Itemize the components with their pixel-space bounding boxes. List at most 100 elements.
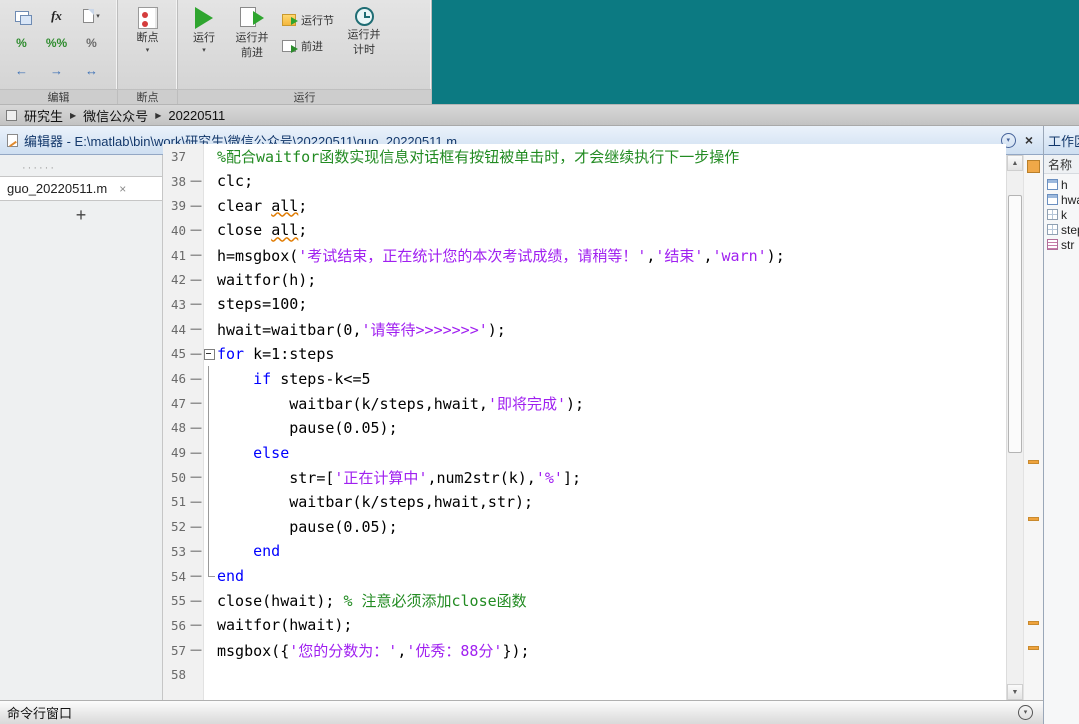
editor-icon [7,133,18,147]
smart-indent-button[interactable]: ↔ [76,58,107,82]
workspace-variable[interactable]: str [1044,237,1079,252]
code-text[interactable]: hwait=waitbar(0,'请等待>>>>>>>'); [217,319,506,340]
code-text[interactable]: clear all; [217,197,307,215]
uncomment-button[interactable]: % [76,31,107,55]
breakpoint-margin[interactable]: — [189,373,203,385]
run-and-time-button[interactable]: 运行并 计时 [340,0,388,89]
breadcrumb-item[interactable]: 20220511 [168,108,225,123]
code-fold-marker [203,514,217,539]
breakpoint-margin[interactable]: — [189,175,203,187]
breakpoints-button[interactable]: 断点 ▾ [124,0,172,89]
code-text[interactable]: h=msgbox('考试结束，正在统计您的本次考试成绩，请稍等！','结束','… [217,245,785,266]
breakpoint-margin[interactable]: — [189,521,203,533]
folder-icon [6,109,17,121]
editor-close-button[interactable]: × [1022,133,1036,147]
comment-block-button[interactable]: %% [41,31,72,55]
code-text[interactable]: if steps-k<=5 [217,370,370,388]
indent-left-button[interactable]: ← [6,58,37,82]
breakpoint-margin[interactable]: — [189,348,203,360]
compare-button[interactable] [6,4,37,28]
advance-button[interactable]: 前进 [282,38,334,54]
fold-column [203,292,217,317]
new-document-button[interactable]: + [76,206,87,224]
code-text[interactable]: end [217,567,244,585]
indent-right-button[interactable]: → [41,58,72,82]
scrollbar-thumb[interactable] [1008,195,1022,453]
workspace-variable[interactable]: hwait [1044,192,1079,207]
breakpoint-margin[interactable]: — [189,323,203,335]
breadcrumb-items: 研究生 ▶ 微信公众号 ▶ 20220511 [24,106,225,125]
code-fold-marker [203,366,217,391]
breakpoint-margin[interactable]: — [189,249,203,261]
warning-tick[interactable] [1028,517,1039,522]
workspace-variable[interactable]: steps [1044,222,1079,237]
comment-button[interactable]: % [6,31,37,55]
breakpoint-margin[interactable]: — [189,298,203,310]
code-text[interactable]: for k=1:steps [217,345,334,363]
breakpoint-margin[interactable]: — [189,200,203,212]
breakpoint-margin[interactable]: — [189,224,203,236]
code-text[interactable]: waitfor(hwait); [217,616,352,634]
breakpoint-margin[interactable]: — [189,422,203,434]
tab-close-icon[interactable]: × [119,183,126,195]
breakpoint-margin[interactable]: — [189,644,203,656]
code-text[interactable]: else [217,444,289,462]
code-text[interactable]: waitbar(k/steps,hwait,'即将完成'); [217,393,584,414]
warning-tick[interactable] [1028,620,1039,625]
breakpoint-margin[interactable]: — [189,595,203,607]
code-fold-marker [203,390,217,416]
scroll-up-button[interactable]: ▲ [1007,155,1023,171]
code-text[interactable]: msgbox({'您的分数为：','优秀：88分'}); [217,640,530,661]
code-text[interactable]: close all; [217,221,307,239]
line-number: 41 [170,247,186,263]
workspace-variable[interactable]: k [1044,207,1079,222]
insert-function-button[interactable]: fx [41,4,72,28]
workspace-variable[interactable]: h [1044,177,1079,192]
editor-scrollbar[interactable]: ▲ ▼ [1006,155,1023,700]
command-window-menu-button[interactable]: ▾ [1018,705,1033,720]
run-and-advance-button[interactable]: 运行并 前进 [228,0,276,89]
line-number: 40 [170,222,186,238]
breakpoint-margin[interactable]: — [189,471,203,483]
code-text[interactable]: pause(0.05); [217,419,397,437]
breakpoint-margin[interactable]: — [189,545,203,557]
line-number: 48 [170,420,186,436]
variable-name: steps [1061,222,1079,237]
run-section-button[interactable]: 运行节 [282,12,334,28]
breakpoint-margin[interactable]: — [189,397,203,409]
file-tab[interactable]: guo_20220511.m × [0,176,162,201]
breakpoint-margin[interactable]: — [189,570,203,582]
code-analyzer-strip [1023,155,1043,700]
code-text[interactable]: pause(0.05); [217,518,397,536]
breakpoint-margin[interactable]: — [189,619,203,631]
code-text[interactable]: clc; [217,172,253,190]
code-analyzer-indicator[interactable] [1027,160,1040,173]
code-text[interactable]: waitfor(h); [217,271,316,289]
chevron-down-icon: ▾ [1006,136,1011,144]
code-text[interactable]: close(hwait); % 注意必须添加close函数 [217,590,527,611]
code-text[interactable]: str=['正在计算中',num2str(k),'%']; [217,467,581,488]
comment-block-icon: %% [45,36,68,50]
code-line: 54— end [163,563,1006,589]
workspace-name-header[interactable]: 名称 [1044,155,1079,174]
document-bar-handle: ······ [22,162,56,174]
breadcrumb-item[interactable]: 微信公众号 [83,106,148,125]
breakpoint-margin[interactable]: — [189,447,203,459]
breakpoint-margin[interactable]: — [189,274,203,286]
scroll-down-button[interactable]: ▼ [1007,684,1023,700]
breakpoint-margin[interactable]: — [189,496,203,508]
code-lines[interactable]: 37 %配合waitfor函数实现信息对话框有按钮被单击时，才会继续执行下一步操作… [163,144,1006,700]
code-text[interactable]: waitbar(k/steps,hwait,str); [217,493,533,511]
command-window-bar[interactable]: 命令行窗口 ▾ [0,700,1043,724]
code-text[interactable]: %配合waitfor函数实现信息对话框有按钮被单击时，才会继续执行下一步操作 [217,146,739,167]
warning-tick[interactable] [1028,645,1039,650]
breadcrumb-item[interactable]: 研究生 [24,106,63,125]
fold-column [203,267,217,292]
run-button[interactable]: 运行 ▾ [180,0,228,89]
code-text[interactable]: end [217,542,280,560]
code-text[interactable]: steps=100; [217,295,307,313]
code-fold-marker[interactable] [203,342,217,367]
scrollbar-track[interactable] [1007,171,1023,684]
new-document-dropdown-button[interactable]: ▾ [76,4,107,28]
warning-tick[interactable] [1028,460,1039,465]
